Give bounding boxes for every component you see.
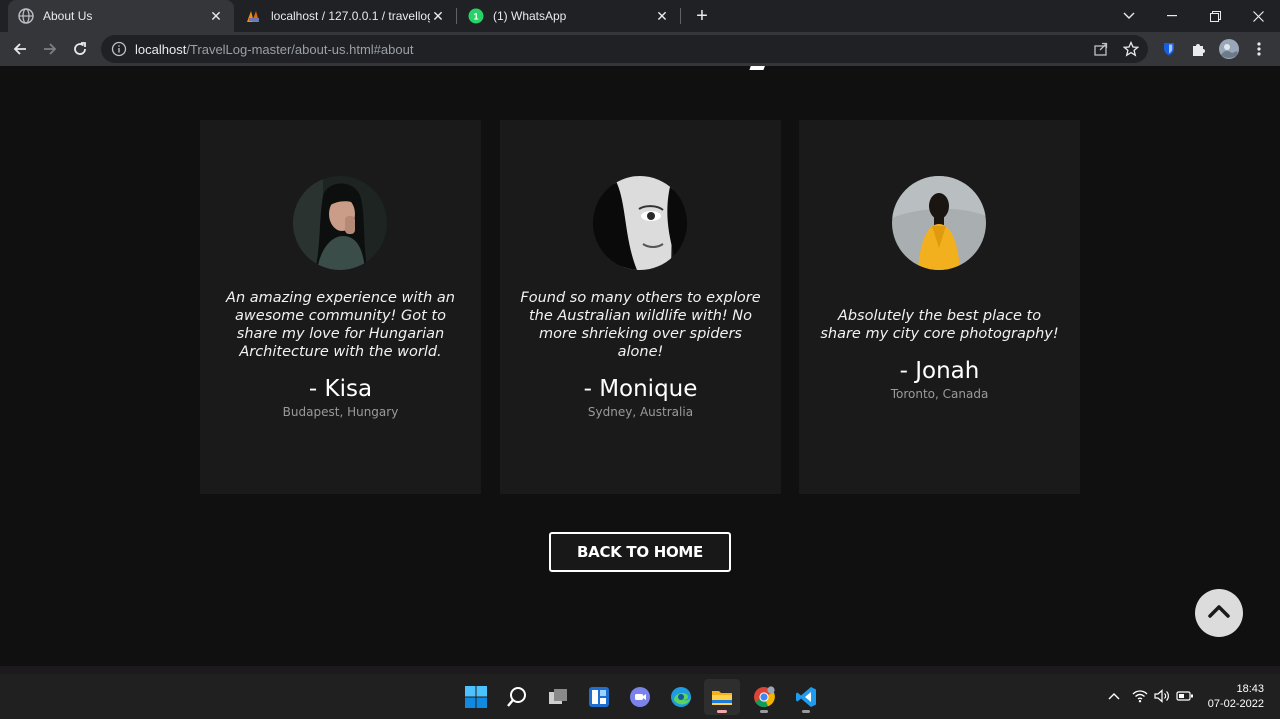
testimonial-quote: An amazing experience with an awesome co… — [226, 290, 455, 360]
page-footer-strip — [0, 666, 1280, 674]
system-clock[interactable]: 18:43 07-02-2022 — [1200, 682, 1264, 712]
testimonial-name: - Kisa — [308, 376, 373, 402]
new-tab-button[interactable]: + — [690, 4, 714, 28]
tab-whatsapp[interactable]: 1 (1) WhatsApp ✕ — [458, 0, 680, 32]
scroll-to-top-button[interactable] — [1195, 589, 1243, 637]
tab-about-us[interactable]: About Us ✕ — [8, 0, 234, 32]
tab-title: (1) WhatsApp — [493, 9, 567, 23]
phpmyadmin-icon — [246, 8, 262, 24]
bitwarden-shield-icon[interactable] — [1157, 37, 1181, 61]
wifi-icon[interactable] — [1130, 686, 1150, 706]
edge-icon[interactable] — [663, 679, 699, 715]
clock-date: 07-02-2022 — [1207, 698, 1264, 710]
testimonial-card: Found so many others to explore the Aust… — [500, 120, 781, 494]
browser-toolbar: localhost/TravelLog-master/about-us.html… — [0, 32, 1280, 66]
bookmark-star-icon[interactable] — [1123, 41, 1139, 57]
restore-icon[interactable] — [1193, 0, 1237, 32]
profile-avatar-icon[interactable] — [1217, 37, 1241, 61]
whatsapp-icon: 1 — [468, 8, 484, 24]
battery-icon[interactable] — [1175, 686, 1195, 706]
forward-icon[interactable] — [38, 37, 62, 61]
tab-search-icon[interactable] — [1107, 0, 1151, 32]
task-view-icon[interactable] — [540, 679, 576, 715]
close-window-icon[interactable] — [1236, 0, 1280, 32]
testimonial-card: An amazing experience with an awesome co… — [200, 120, 481, 494]
url-path: /TravelLog-master/about-us.html#about — [186, 41, 414, 57]
url-host: localhost — [135, 41, 187, 57]
avatar — [892, 176, 986, 270]
widgets-icon[interactable] — [581, 679, 617, 715]
tab-strip: About Us ✕ localhost / 127.0.0.1 / trave… — [0, 0, 1280, 32]
about-us-page: An amazing experience with an awesome co… — [0, 66, 1280, 666]
back-icon[interactable] — [8, 37, 32, 61]
globe-icon — [18, 8, 34, 24]
section-heading-cut-off — [742, 66, 782, 72]
testimonial-location: Budapest, Hungary — [282, 405, 399, 419]
minimize-icon[interactable] — [1150, 0, 1194, 32]
testimonial-quote: Absolutely the best place to share my ci… — [820, 308, 1059, 342]
windows-start-icon[interactable] — [458, 679, 494, 715]
back-to-home-button[interactable]: BACK TO HOME — [549, 532, 731, 572]
share-icon[interactable] — [1093, 41, 1109, 57]
testimonial-name: - Monique — [583, 376, 698, 402]
chrome-icon[interactable] — [746, 679, 782, 715]
testimonial-quote: Found so many others to explore the Aust… — [520, 290, 761, 360]
address-bar[interactable]: localhost/TravelLog-master/about-us.html… — [101, 35, 1148, 63]
active-indicator — [760, 710, 768, 713]
svg-text:1: 1 — [473, 12, 478, 22]
close-tab-icon[interactable]: ✕ — [430, 8, 446, 24]
file-explorer-icon[interactable] — [704, 679, 740, 715]
url-text: localhost/TravelLog-master/about-us.html… — [135, 42, 413, 57]
close-tab-icon[interactable]: ✕ — [654, 8, 670, 24]
active-indicator — [802, 710, 810, 713]
testimonial-name: - Jonah — [899, 358, 980, 384]
teams-chat-icon[interactable] — [622, 679, 658, 715]
extensions-puzzle-icon[interactable] — [1187, 37, 1211, 61]
reload-icon[interactable] — [68, 37, 92, 61]
windows-taskbar: 18:43 07-02-2022 — [0, 674, 1280, 719]
avatar — [293, 176, 387, 270]
tab-separator — [680, 8, 681, 24]
chrome-menu-icon[interactable] — [1247, 37, 1271, 61]
volume-icon[interactable] — [1152, 686, 1172, 706]
site-info-icon[interactable] — [111, 41, 127, 57]
tab-title: localhost / 127.0.0.1 / travellog | ph — [271, 9, 430, 23]
chevron-up-icon — [1207, 603, 1231, 623]
search-icon[interactable] — [499, 679, 535, 715]
tab-title: About Us — [43, 9, 93, 23]
testimonial-location: Sydney, Australia — [587, 405, 694, 419]
active-indicator — [717, 710, 727, 713]
avatar — [593, 176, 687, 270]
vscode-icon[interactable] — [788, 679, 824, 715]
tab-phpmyadmin[interactable]: localhost / 127.0.0.1 / travellog | ph ✕ — [236, 0, 456, 32]
tray-overflow-chevron-icon[interactable] — [1104, 686, 1124, 706]
close-tab-icon[interactable]: ✕ — [208, 8, 224, 24]
clock-time: 18:43 — [1236, 683, 1264, 695]
testimonial-location: Toronto, Canada — [890, 387, 989, 401]
testimonial-card: Absolutely the best place to share my ci… — [799, 120, 1080, 494]
tab-separator — [456, 8, 457, 24]
